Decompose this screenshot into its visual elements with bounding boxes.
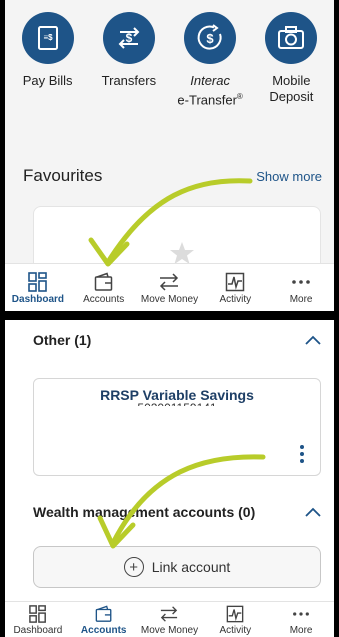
rrsp-account-card[interactable]: RRSP Variable Savings 502001159141 [33,378,321,476]
nav-move-money-label: Move Money [140,625,199,636]
wealth-section-title: Wealth management accounts (0) [33,504,256,520]
mobile-deposit-action[interactable]: Mobile Deposit [252,0,330,150]
nav-dashboard[interactable]: Dashboard [5,602,71,637]
dashboard-icon [29,605,46,623]
nav-dashboard-label: Dashboard [13,625,63,636]
svg-text:≡$: ≡$ [43,33,53,42]
more-dots-icon [292,280,310,284]
bill-icon: ≡$ [21,12,74,64]
bottom-nav: Dashboard Accounts Move Money Activity M… [5,601,334,637]
show-more-link[interactable]: Show more [256,169,322,184]
interac-label: Interac [190,73,230,88]
nav-accounts[interactable]: Accounts [71,602,137,637]
nav-dashboard-label: Dashboard [11,294,65,305]
nav-activity-label: Activity [219,625,252,636]
mobile-label: Mobile [272,73,311,88]
pay-bills-action[interactable]: ≡$ Pay Bills [9,0,87,150]
nav-accounts[interactable]: Accounts [71,264,137,311]
plus-circle-icon: + [123,557,144,577]
nav-more[interactable]: More [268,264,334,311]
mobile-deposit-label: Mobile Deposit [269,73,313,105]
bottom-nav: Dashboard Accounts Move Money Activity M… [5,263,334,311]
link-account-label: Link account [151,559,231,575]
deposit-label: Deposit [269,89,314,104]
registered-mark: ® [236,92,243,101]
annotation-arrow-bottom [97,454,266,549]
etransfer-action[interactable]: $ Interac e-Transfer® [171,0,249,150]
nav-move-money[interactable]: Move Money [137,264,203,311]
top-screenshot-frame: ≡$ Pay Bills $ Transfers $ Interac e-Tra… [0,0,339,316]
dashboard-icon [28,272,47,292]
quick-actions: ≡$ Pay Bills $ Transfers $ Interac e-Tra… [5,0,334,150]
svg-text:$: $ [207,31,215,46]
chevron-up-icon [305,507,321,517]
nav-move-money[interactable]: Move Money [137,602,203,637]
favourites-title: Favourites [23,166,103,185]
nav-activity[interactable]: Activity [202,264,268,311]
nav-dashboard[interactable]: Dashboard [5,264,71,311]
chevron-up-icon [305,335,321,345]
wallet-icon [95,605,112,622]
nav-activity-label: Activity [219,294,252,305]
nav-more[interactable]: More [268,602,334,637]
more-dots-icon [293,612,309,616]
kebab-menu-icon[interactable] [300,445,304,466]
etransfer-text: e-Transfer [177,92,237,108]
bottom-screenshot-frame: Other (1) RRSP Variable Savings 50200115… [0,316,339,637]
account-number: 502001159141 [34,401,320,406]
pay-bills-label: Pay Bills [22,73,73,88]
nav-activity[interactable]: Activity [202,602,268,637]
nav-more-label: More [289,294,313,305]
camera-icon [265,12,318,64]
activity-icon [226,605,244,623]
transfers-label: Transfers [101,73,157,88]
etransfer-icon: $ [184,12,237,64]
nav-accounts-label: Accounts [80,625,127,636]
activity-icon [226,272,245,292]
dashboard-screen: ≡$ Pay Bills $ Transfers $ Interac e-Tra… [5,0,334,311]
svg-text:$: $ [126,31,133,45]
transfer-arrows-icon [160,273,179,291]
accounts-screen: Other (1) RRSP Variable Savings 50200115… [5,320,334,637]
other-section-title: Other (1) [33,332,92,348]
etransfer-label: Interac e-Transfer® [177,73,242,108]
wallet-icon [94,272,112,291]
nav-more-label: More [289,625,313,636]
transfer-dollar-icon: $ [102,12,155,64]
wealth-section-header[interactable]: Wealth management accounts (0) [33,504,322,520]
link-account-button[interactable]: + Link account [33,546,321,588]
transfer-arrows-icon [161,606,178,622]
transfers-action[interactable]: $ Transfers [90,0,168,150]
other-section-header[interactable]: Other (1) [33,332,322,348]
nav-move-money-label: Move Money [140,294,199,305]
favourites-header: Favourites Show more [23,166,322,186]
nav-accounts-label: Accounts [83,294,125,305]
